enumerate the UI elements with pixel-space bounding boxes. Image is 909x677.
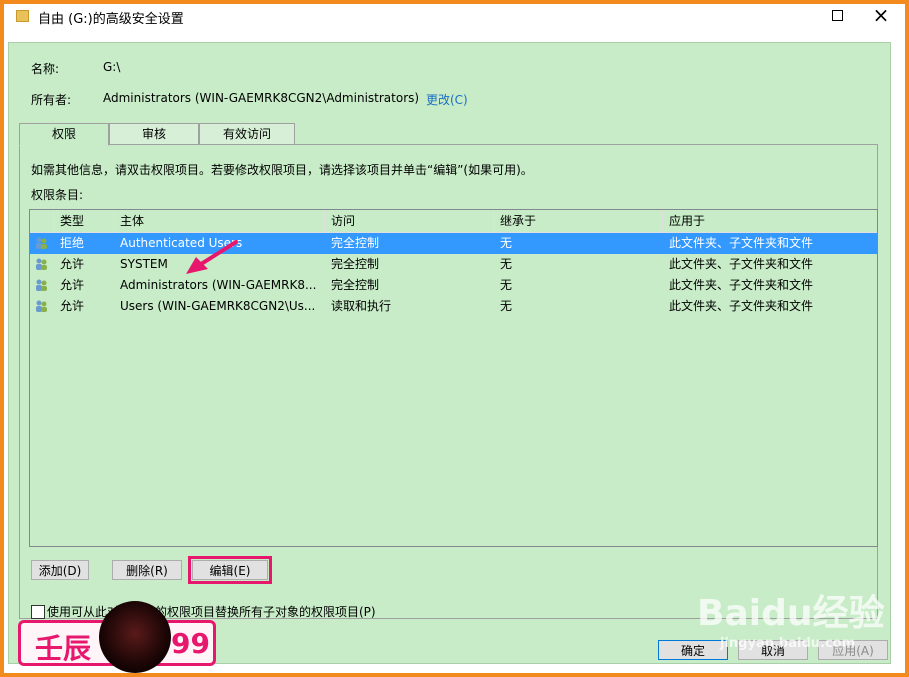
window-title: 自由 (G:)的高级安全设置 — [38, 12, 184, 27]
logo-right-text: 99 — [171, 627, 210, 660]
entries-label: 权限条目: — [31, 188, 84, 202]
users-icon — [34, 278, 48, 292]
row-applies: 此文件夹、子文件夹和文件 — [669, 299, 814, 313]
column-access[interactable]: 访问 — [325, 210, 494, 232]
row-inherited: 无 — [500, 236, 513, 250]
row-type: 允许 — [60, 299, 85, 313]
row-type: 允许 — [60, 278, 85, 292]
column-applies[interactable]: 应用于 — [663, 210, 877, 232]
replace-child-permissions-checkbox[interactable] — [31, 605, 45, 619]
tab-permissions[interactable]: 权限 — [19, 123, 109, 146]
edit-button[interactable]: 编辑(E) — [188, 556, 272, 584]
tab-auditing[interactable]: 审核 — [109, 123, 199, 145]
folder-icon — [16, 10, 29, 22]
dragon-emblem-icon — [99, 601, 171, 673]
row-type: 拒绝 — [60, 236, 85, 250]
permission-entries-list[interactable]: 类型 主体 访问 继承于 应用于 拒绝 Authenticated Users … — [29, 209, 878, 547]
row-inherited: 无 — [500, 257, 513, 271]
owner-label: 所有者: — [31, 93, 72, 107]
ok-button[interactable]: 确定 — [658, 640, 728, 660]
add-button[interactable]: 添加(D) — [31, 560, 89, 580]
row-applies: 此文件夹、子文件夹和文件 — [669, 278, 814, 292]
row-type: 允许 — [60, 257, 85, 271]
table-row[interactable]: 允许 Users (WIN-GAEMRK8CGN2\Us... 读取和执行 无 … — [30, 296, 877, 317]
users-icon — [34, 299, 48, 313]
info-text: 如需其他信息，请双击权限项目。若要修改权限项目，请选择该项目并单击“编辑”(如果… — [31, 163, 533, 177]
name-value: G:\ — [103, 60, 121, 74]
column-icon — [30, 210, 54, 232]
baidu-watermark: Baidu经验 — [697, 593, 885, 634]
column-principal[interactable]: 主体 — [114, 210, 325, 232]
author-logo: 壬辰 99 — [18, 601, 216, 673]
users-icon — [34, 257, 48, 271]
row-principal: Administrators (WIN-GAEMRK8... — [120, 278, 317, 292]
name-label: 名称: — [31, 62, 60, 76]
replace-child-permissions-label: 使用可从此对象继承的权限项目替换所有子对象的权限项目(P) — [47, 605, 376, 619]
remove-button[interactable]: 删除(R) — [112, 560, 182, 580]
table-row[interactable]: 允许 Administrators (WIN-GAEMRK8... 完全控制 无… — [30, 275, 877, 296]
annotation-arrow-icon — [186, 240, 238, 274]
table-row[interactable]: 允许 SYSTEM 完全控制 无 此文件夹、子文件夹和文件 — [30, 254, 877, 275]
title-bar: 自由 (G:)的高级安全设置 × — [4, 4, 905, 30]
column-inherited[interactable]: 继承于 — [494, 210, 663, 232]
row-principal: Users (WIN-GAEMRK8CGN2\Us... — [120, 299, 316, 313]
logo-left-text: 壬辰 — [35, 632, 92, 665]
row-access: 完全控制 — [331, 257, 380, 271]
table-row[interactable]: 拒绝 Authenticated Users 完全控制 无 此文件夹、子文件夹和… — [30, 233, 877, 254]
dialog-body: 名称: G:\ 所有者: Administrators (WIN-GAEMRK8… — [8, 42, 891, 664]
change-owner-link[interactable]: 更改(C) — [426, 91, 468, 108]
site-watermark: jingyan.baidu.com — [720, 636, 856, 651]
users-icon — [34, 236, 48, 250]
maximize-button[interactable] — [815, 4, 859, 26]
row-inherited: 无 — [500, 278, 513, 292]
row-access: 完全控制 — [331, 278, 380, 292]
row-access: 完全控制 — [331, 236, 380, 250]
tab-effective-access[interactable]: 有效访问 — [199, 123, 295, 145]
maximize-icon — [831, 10, 843, 21]
row-applies: 此文件夹、子文件夹和文件 — [669, 236, 814, 250]
close-button[interactable]: × — [859, 4, 903, 26]
list-header: 类型 主体 访问 继承于 应用于 — [30, 210, 877, 233]
row-access: 读取和执行 — [331, 299, 392, 313]
row-inherited: 无 — [500, 299, 513, 313]
owner-value: Administrators (WIN-GAEMRK8CGN2\Administ… — [103, 91, 420, 105]
column-type[interactable]: 类型 — [54, 210, 114, 232]
row-applies: 此文件夹、子文件夹和文件 — [669, 257, 814, 271]
